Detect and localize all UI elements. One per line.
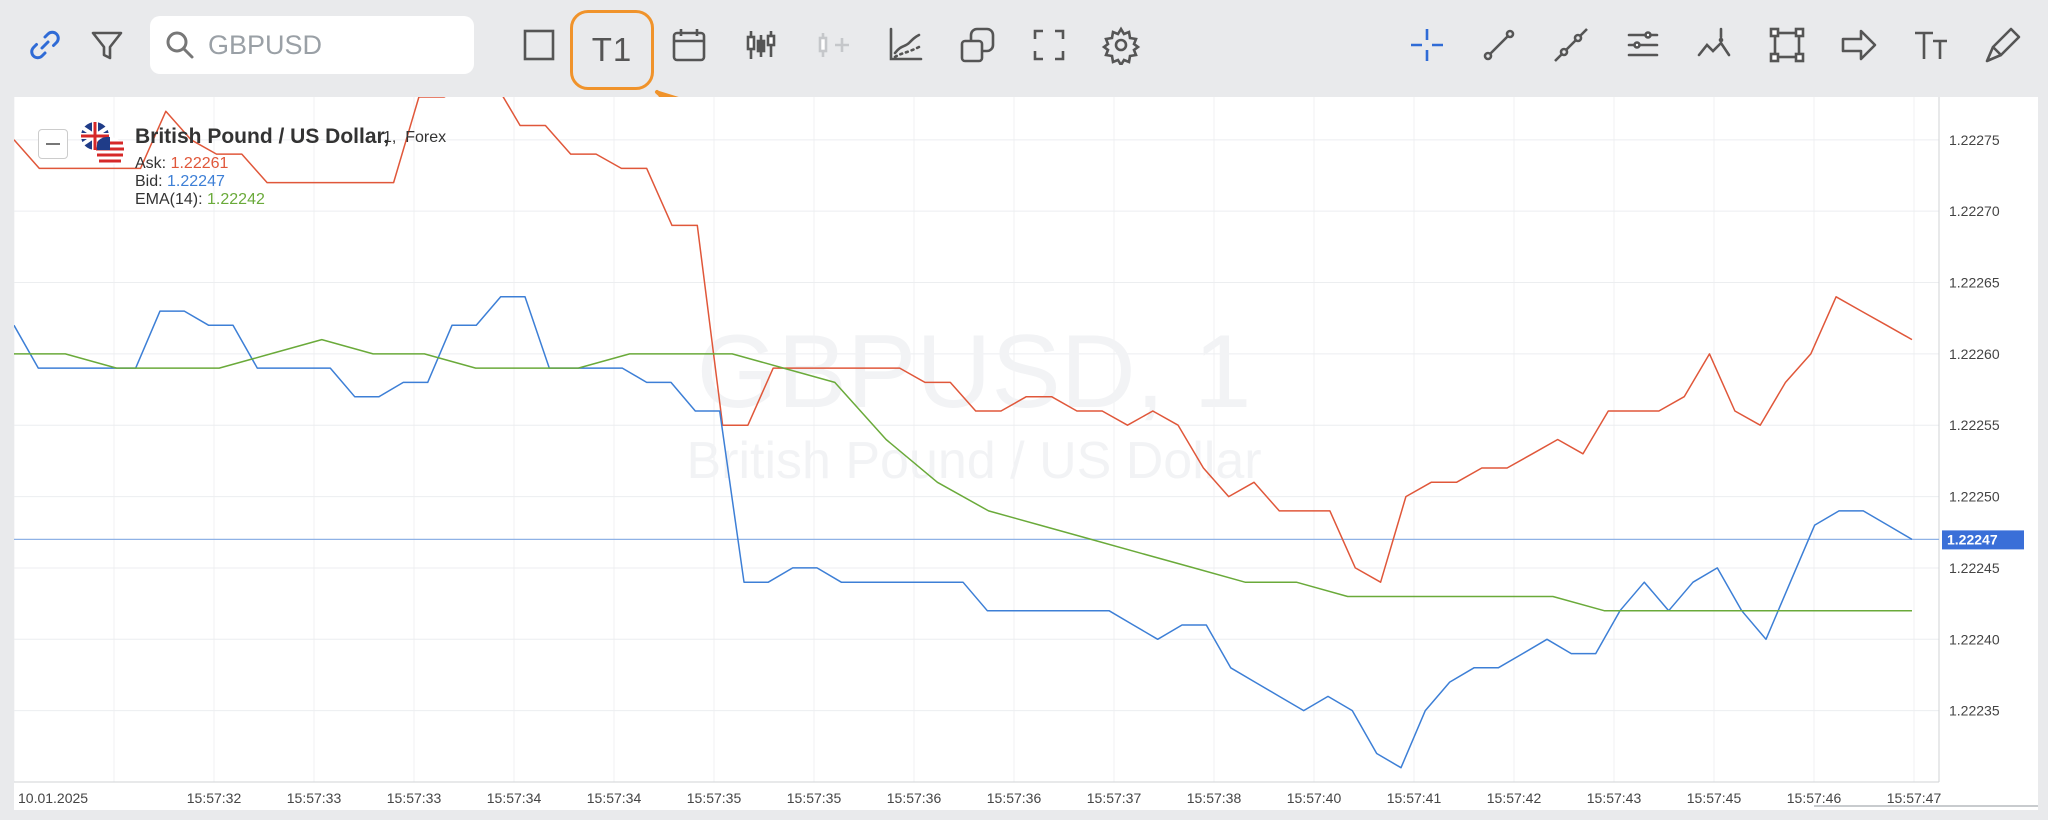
- x-tick-label: 15:57:45: [1687, 790, 1742, 806]
- search-icon: [166, 31, 194, 59]
- x-tick-label: 15:57:35: [787, 790, 842, 806]
- y-tick-label: 1.22245: [1949, 560, 2000, 576]
- y-tick-label: 1.22240: [1949, 631, 2000, 647]
- ema-legend: EMA(14): 1.22242: [135, 191, 265, 209]
- bid-value: 1.22247: [167, 173, 225, 190]
- text-tool-icon[interactable]: [1900, 14, 1962, 76]
- arrow-tool-icon[interactable]: [1828, 14, 1890, 76]
- instrument-title: British Pound / US Dollar,: [135, 125, 390, 148]
- market-label: Forex: [405, 129, 447, 146]
- timeframe-t1-button[interactable]: T1: [570, 10, 654, 90]
- watermark-name: British Pound / US Dollar: [686, 432, 1261, 490]
- symbol-search-input[interactable]: [206, 28, 450, 62]
- ask-legend: Ask: 1.22261: [135, 155, 228, 173]
- y-tick-label: 1.22250: [1949, 489, 2000, 505]
- gear-icon[interactable]: [1090, 14, 1152, 76]
- ray-line-icon[interactable]: [1540, 14, 1602, 76]
- fullscreen-icon[interactable]: [1018, 14, 1080, 76]
- y-tick-label: 1.22270: [1949, 203, 2000, 219]
- chart-panel[interactable]: 1.22275 1.22270 1.22265 1.22260 1.22255 1.222…: [14, 97, 2038, 810]
- x-tick-label: 15:57:33: [287, 790, 342, 806]
- x-tick-label: 15:57:41: [1387, 790, 1442, 806]
- x-tick-label: 15:57:46: [1787, 790, 1842, 806]
- last-price-badge-label: 1.22247: [1947, 531, 1998, 547]
- ask-value: 1.22261: [170, 155, 229, 172]
- x-tick-label: 15:57:33: [387, 790, 442, 806]
- y-tick-label: 1.22235: [1949, 703, 2000, 719]
- collapse-legend-button[interactable]: [38, 129, 68, 159]
- currency-flags-icon: [81, 122, 124, 165]
- watermark-symbol: GBPUSD, 1: [697, 314, 1252, 430]
- x-tick-label: 15:57:36: [987, 790, 1042, 806]
- brush-icon[interactable]: [1972, 14, 2034, 76]
- x-tick-label: 10.01.2025: [18, 790, 88, 806]
- annotation-icon[interactable]: [1684, 14, 1746, 76]
- x-tick-label: 15:57:43: [1587, 790, 1642, 806]
- restore-window-icon[interactable]: [946, 14, 1008, 76]
- search-field[interactable]: [150, 16, 474, 74]
- square-icon[interactable]: [508, 14, 570, 76]
- x-tick-label: 15:57:32: [187, 790, 242, 806]
- link-icon[interactable]: [14, 14, 76, 76]
- y-tick-label: 1.22260: [1949, 346, 2000, 362]
- y-tick-label: 1.22255: [1949, 417, 2000, 433]
- parallel-lines-icon[interactable]: [1612, 14, 1674, 76]
- x-tick-label: 15:57:34: [487, 790, 542, 806]
- x-tick-label: 15:57:36: [887, 790, 942, 806]
- bid-label: Bid:: [135, 173, 163, 190]
- y-tick-label: 1.22265: [1949, 275, 2000, 291]
- x-tick-label: 15:57:35: [687, 790, 742, 806]
- crosshair-icon[interactable]: [1396, 14, 1458, 76]
- rectangle-tool-icon[interactable]: [1756, 14, 1818, 76]
- instrument-meta: 1, Forex: [383, 129, 446, 147]
- x-tick-label: 15:57:42: [1487, 790, 1542, 806]
- x-tick-label: 15:57:34: [587, 790, 642, 806]
- ema-label: EMA(14):: [135, 191, 203, 208]
- filter-icon[interactable]: [76, 14, 138, 76]
- x-tick-label: 15:57:38: [1187, 790, 1242, 806]
- chart-analysis-icon[interactable]: [874, 14, 936, 76]
- y-tick-label: 1.22275: [1949, 132, 2000, 148]
- add-indicator-icon[interactable]: [802, 14, 864, 76]
- calendar-icon[interactable]: [658, 14, 720, 76]
- x-tick-label: 15:57:47: [1887, 790, 1942, 806]
- ema-value: 1.22242: [207, 191, 265, 208]
- trend-line-icon[interactable]: [1468, 14, 1530, 76]
- interval-label: 1,: [383, 129, 397, 146]
- toolbar: T1: [0, 0, 2048, 92]
- bid-legend: Bid: 1.22247: [135, 173, 225, 191]
- x-tick-label: 15:57:37: [1087, 790, 1142, 806]
- ask-label: Ask:: [135, 155, 167, 172]
- candlestick-icon[interactable]: [730, 14, 792, 76]
- price-chart[interactable]: 1.22275 1.22270 1.22265 1.22260 1.22255 1.222…: [14, 97, 2038, 810]
- x-tick-label: 15:57:40: [1287, 790, 1342, 806]
